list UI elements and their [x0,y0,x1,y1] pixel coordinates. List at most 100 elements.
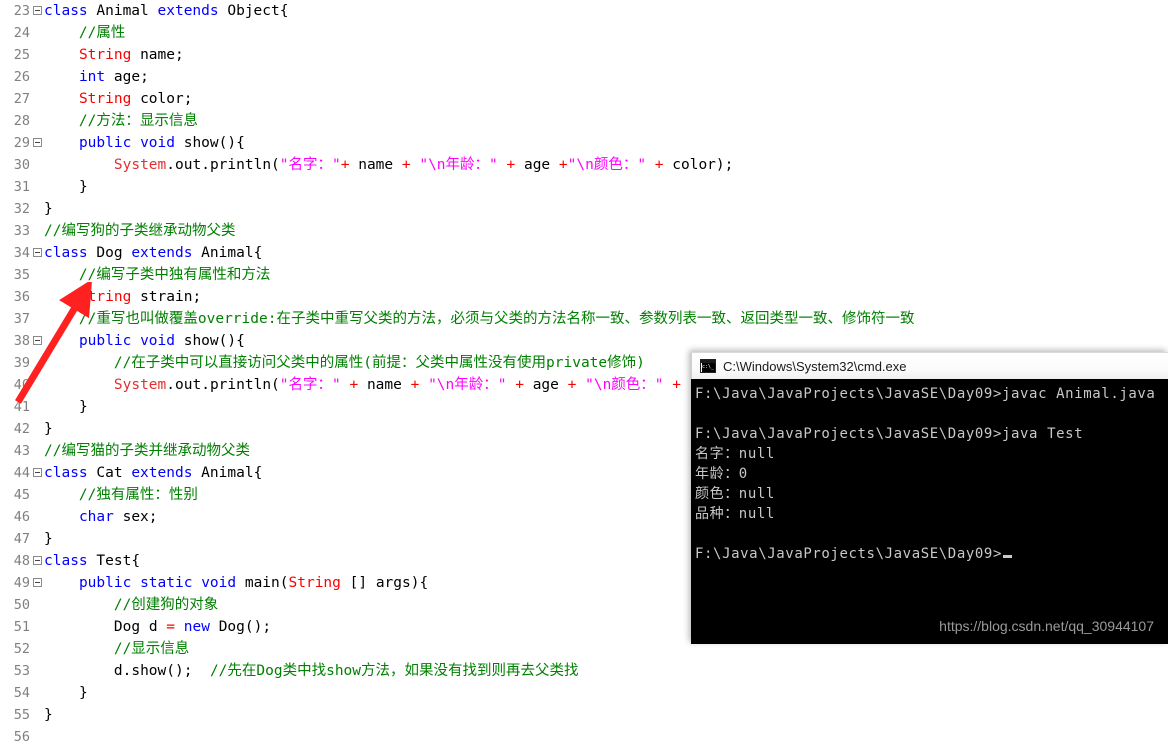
code-line[interactable]: 27 String color; [0,88,1168,110]
line-number: 37 [13,311,30,327]
line-number: 34 [13,245,30,261]
fold-collapse-icon[interactable] [30,0,44,22]
console-line: F:\Java\JavaProjects\JavaSE\Day09>java T… [695,426,1084,442]
line-number: 30 [13,157,30,173]
code-line[interactable]: 30 System.out.println("名字："+ name + "\n年… [0,154,1168,176]
line-number: 56 [13,729,30,745]
code-line[interactable]: 33 //编写狗的子类继承动物父类 [0,220,1168,242]
line-number: 44 [13,465,30,481]
line-number: 39 [13,355,30,371]
code-text: //在子类中可以直接访问父类中的属性(前提：父类中属性没有使用private修饰… [113,355,645,371]
code-text: //编写猫的子类并继承动物父类 [44,443,250,459]
code-line[interactable]: 29 public void show(){ [0,132,1168,154]
code-text: class Test{ [44,553,141,569]
line-number: 23 [13,3,30,19]
code-text: //重写也叫做覆盖override:在子类中重写父类的方法，必须与父类的方法名称… [78,311,915,327]
fold-collapse-icon[interactable] [30,462,44,484]
console-line: 颜色：null [695,486,775,502]
line-number: 53 [13,663,30,679]
code-text: //编写狗的子类继承动物父类 [44,223,236,239]
code-line[interactable]: 55} [0,704,1168,726]
code-text: String color; [78,91,193,107]
line-number: 48 [13,553,30,569]
code-text: } [44,421,53,437]
line-number: 45 [13,487,30,503]
console-line: F:\Java\JavaProjects\JavaSE\Day09>javac … [695,386,1156,402]
watermark: https://blog.csdn.net/qq_30944107 [939,618,1154,634]
code-text: Dog d = new Dog(); [113,619,272,635]
code-text: //编写子类中独有属性和方法 [78,267,271,283]
line-number: 27 [13,91,30,107]
cmd-window[interactable]: C:\Windows\System32\cmd.exe F:\Java\Java… [691,352,1168,644]
line-number: 28 [13,113,30,129]
code-text: } [78,179,88,195]
code-text: char sex; [78,509,158,525]
code-text: //创建狗的对象 [113,597,219,613]
code-text: class Animal extends Object{ [44,3,289,19]
code-line[interactable]: 35 //编写子类中独有属性和方法 [0,264,1168,286]
code-line[interactable]: 34 class Dog extends Animal{ [0,242,1168,264]
line-number: 46 [13,509,30,525]
code-line[interactable]: 26 int age; [0,66,1168,88]
code-text: } [44,707,53,723]
code-text: d.show(); //先在Dog类中找show方法，如果没有找到则再去父类找 [113,663,579,679]
code-text: public void show(){ [78,135,245,151]
fold-collapse-icon[interactable] [30,242,44,264]
console-line: 品种：null [695,506,775,522]
line-number: 32 [13,201,30,217]
line-number: 40 [13,377,30,393]
line-number: 51 [13,619,30,635]
code-line[interactable]: 37 //重写也叫做覆盖override:在子类中重写父类的方法，必须与父类的方… [0,308,1168,330]
code-line[interactable]: 36 String strain; [0,286,1168,308]
line-number: 26 [13,69,30,85]
code-text: } [44,201,53,217]
console-cursor [1002,555,1012,558]
code-line[interactable]: 32} [0,198,1168,220]
line-number: 52 [13,641,30,657]
code-line[interactable]: 25 String name; [0,44,1168,66]
line-number: 50 [13,597,30,613]
line-number: 31 [13,179,30,195]
code-line[interactable]: 23 class Animal extends Object{ [0,0,1168,22]
code-line[interactable]: 28 //方法：显示信息 [0,110,1168,132]
line-number: 41 [13,399,30,415]
code-text: System.out.println("名字："+ name + "\n年龄："… [113,157,734,173]
code-line[interactable]: 53 d.show(); //先在Dog类中找show方法，如果没有找到则再去父… [0,660,1168,682]
code-text: //独有属性：性别 [78,487,198,503]
code-line[interactable]: 31 } [0,176,1168,198]
code-text: } [78,399,88,415]
code-line[interactable]: 54 } [0,682,1168,704]
line-number: 25 [13,47,30,63]
code-text: } [44,531,53,547]
line-number: 54 [13,685,30,701]
code-text: //属性 [78,25,126,41]
code-text: //方法：显示信息 [78,113,198,129]
line-number: 42 [13,421,30,437]
fold-collapse-icon[interactable] [30,330,44,352]
fold-collapse-icon[interactable] [30,132,44,154]
cmd-console-output[interactable]: F:\Java\JavaProjects\JavaSE\Day09>javac … [691,379,1168,644]
code-line[interactable]: 38 public void show(){ [0,330,1168,352]
line-number: 35 [13,267,30,283]
code-text: String strain; [78,289,202,305]
code-line[interactable]: 24 //属性 [0,22,1168,44]
line-number: 55 [13,707,30,723]
cmd-title-text: C:\Windows\System32\cmd.exe [723,358,907,374]
line-number: 43 [13,443,30,459]
line-number: 29 [13,135,30,151]
cmd-titlebar[interactable]: C:\Windows\System32\cmd.exe [691,352,1168,379]
console-line: F:\Java\JavaProjects\JavaSE\Day09> [695,544,1168,564]
code-text: class Cat extends Animal{ [44,465,263,481]
fold-collapse-icon[interactable] [30,550,44,572]
line-number: 47 [13,531,30,547]
line-number: 24 [13,25,30,41]
code-text: //显示信息 [113,641,190,657]
fold-collapse-icon[interactable] [30,572,44,594]
console-icon [700,359,716,373]
code-text: String name; [78,47,184,63]
line-number: 33 [13,223,30,239]
code-line[interactable]: 56 [0,726,1168,748]
line-number: 49 [13,575,30,591]
